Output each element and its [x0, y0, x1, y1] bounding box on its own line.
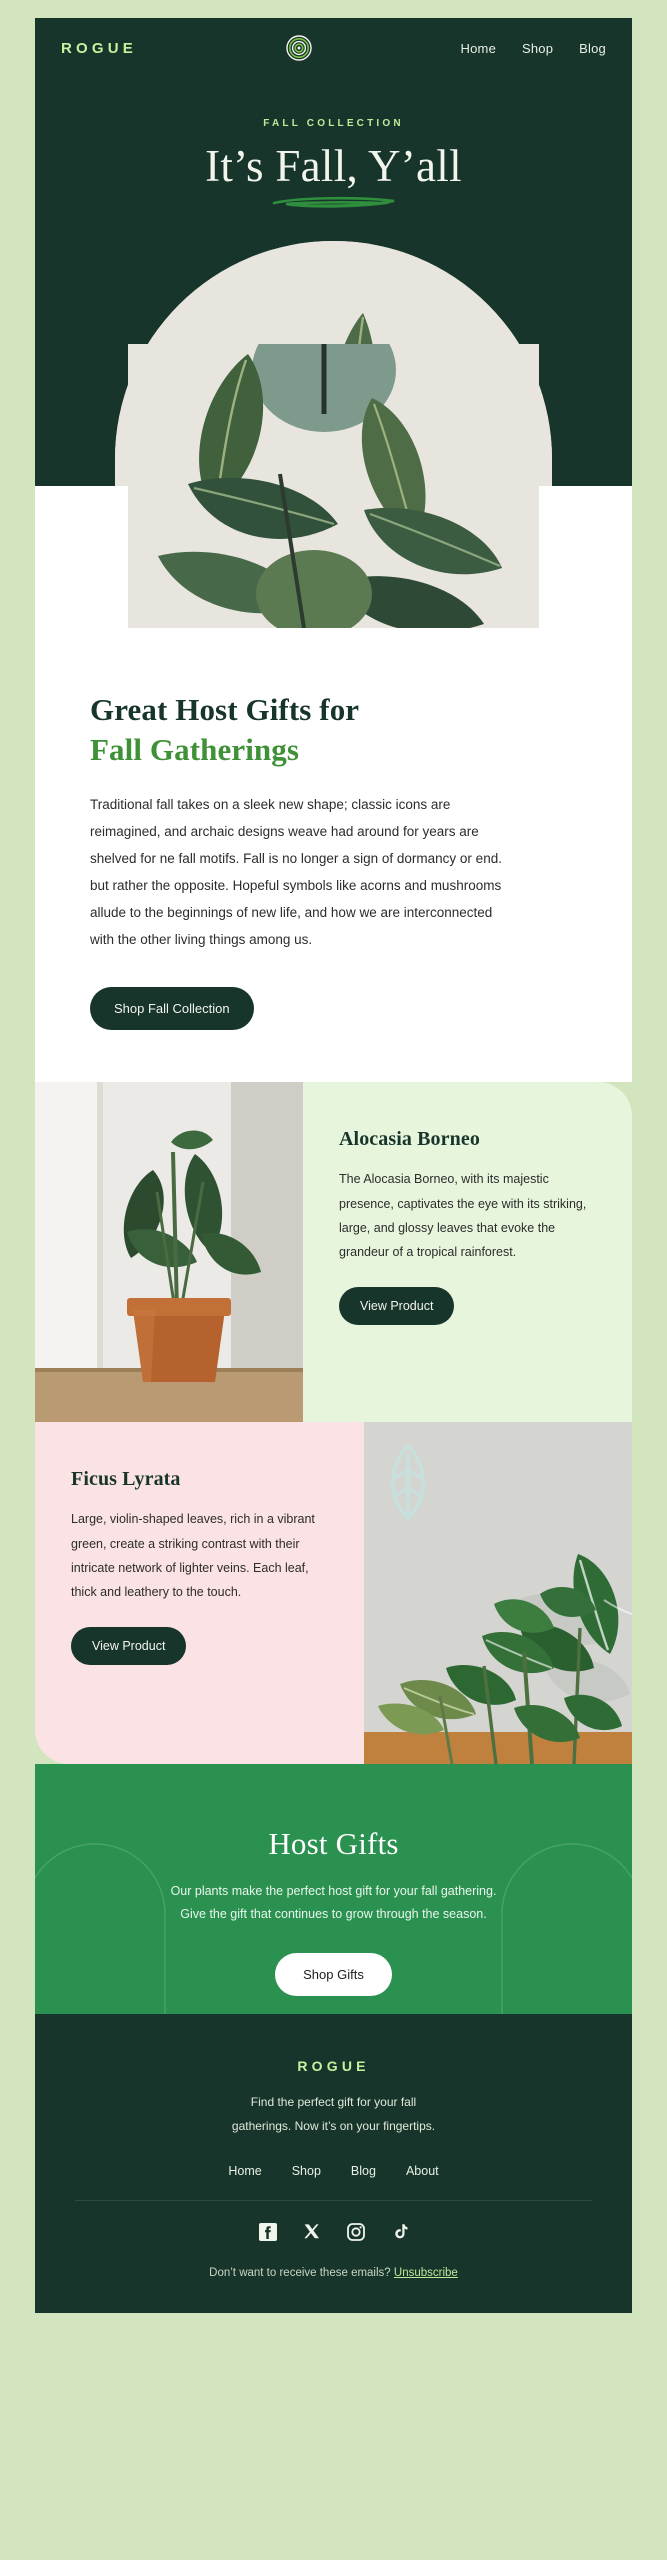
concentric-circles-icon: [286, 35, 312, 61]
intro-heading: Great Host Gifts for Fall Gatherings: [90, 690, 577, 769]
product-image-alocasia: [35, 1082, 303, 1423]
email-canvas: ROGUE Home Shop Blog FALL COLLECTION It’…: [0, 0, 667, 2560]
footer-nav: Home Shop Blog About: [75, 2164, 592, 2202]
footer-nav-item-blog[interactable]: Blog: [351, 2164, 376, 2178]
product-row-alocasia: Alocasia Borneo The Alocasia Borneo, wit…: [35, 1082, 632, 1423]
view-product-button-ficus[interactable]: View Product: [71, 1626, 187, 1665]
product-card-alocasia: Alocasia Borneo The Alocasia Borneo, wit…: [303, 1082, 632, 1423]
unsubscribe-link[interactable]: Unsubscribe: [394, 2267, 458, 2279]
footer-nav-item-about[interactable]: About: [406, 2164, 439, 2178]
product-card-ficus: Ficus Lyrata Large, violin-shaped leaves…: [35, 1422, 364, 1765]
hero-title: It’s Fall, Y’all: [205, 141, 462, 191]
hero-eyebrow: FALL COLLECTION: [263, 118, 404, 129]
host-gifts-subtitle-line1: Our plants make the perfect host gift fo…: [170, 1884, 497, 1899]
intro-heading-line1: Great Host Gifts for: [90, 692, 360, 727]
footer-tagline: Find the perfect gift for your fall gath…: [75, 2090, 592, 2138]
unsubscribe-text: Don’t want to receive these emails?: [209, 2267, 391, 2280]
tiktok-icon[interactable]: [391, 2223, 409, 2241]
nav-item-shop[interactable]: Shop: [522, 41, 553, 56]
nav-item-home[interactable]: Home: [461, 41, 496, 56]
shop-gifts-button[interactable]: Shop Gifts: [275, 1952, 392, 1996]
ficus-photo-illustration: [364, 1422, 632, 1765]
hero-photo: [128, 344, 539, 628]
footer-tagline-line2: gatherings. Now it’s on your fingertips.: [231, 2119, 436, 2134]
host-gifts-subtitle-line2: Give the gift that continues to grow thr…: [180, 1907, 487, 1922]
view-product-button-alocasia[interactable]: View Product: [339, 1286, 455, 1325]
product-image-ficus: [364, 1422, 632, 1765]
host-gifts-title: Host Gifts: [268, 1826, 399, 1862]
product-title: Alocasia Borneo: [339, 1128, 480, 1151]
unsubscribe-line: Don’t want to receive these emails? Unsu…: [75, 2267, 592, 2279]
facebook-icon[interactable]: [258, 2223, 277, 2242]
intro-body: Traditional fall takes on a sleek new sh…: [90, 797, 502, 948]
email-body: ROGUE Home Shop Blog FALL COLLECTION It’…: [35, 18, 632, 2314]
intro-section: Great Host Gifts for Fall Gatherings Tra…: [35, 628, 632, 1083]
intro-heading-line2: Fall Gatherings: [90, 731, 300, 767]
social-links: [75, 2223, 592, 2242]
site-header: ROGUE Home Shop Blog: [35, 18, 632, 78]
footer-nav-item-shop[interactable]: Shop: [292, 2164, 321, 2178]
product-title: Ficus Lyrata: [71, 1468, 181, 1491]
footer-nav-item-home[interactable]: Home: [228, 2164, 261, 2178]
site-footer: ROGUE Find the perfect gift for your fal…: [35, 2014, 632, 2314]
hero-photo-illustration: [128, 344, 539, 628]
hero-photo-overlap: [35, 344, 632, 628]
product-description: The Alocasia Borneo, with its majestic p…: [339, 1172, 587, 1260]
nav-item-blog[interactable]: Blog: [579, 41, 606, 56]
host-gifts-subtitle: Our plants make the perfect host gift fo…: [75, 1880, 592, 1926]
instagram-icon[interactable]: [346, 2223, 365, 2242]
x-twitter-icon[interactable]: [303, 2223, 321, 2241]
alocasia-photo-illustration: [35, 1082, 303, 1423]
brand-logo-text[interactable]: ROGUE: [61, 40, 137, 57]
brush-stroke-underline-icon: [272, 197, 394, 208]
product-row-ficus: Ficus Lyrata Large, violin-shaped leaves…: [35, 1422, 632, 1765]
footer-brand-text: ROGUE: [297, 2058, 370, 2075]
shop-fall-collection-button[interactable]: Shop Fall Collection: [90, 987, 254, 1031]
host-gifts-section: Host Gifts Our plants make the perfect h…: [35, 1764, 632, 2015]
footer-tagline-line1: Find the perfect gift for your fall: [250, 2095, 417, 2110]
header-nav: Home Shop Blog: [461, 41, 606, 56]
product-description: Large, violin-shaped leaves, rich in a v…: [71, 1512, 315, 1600]
